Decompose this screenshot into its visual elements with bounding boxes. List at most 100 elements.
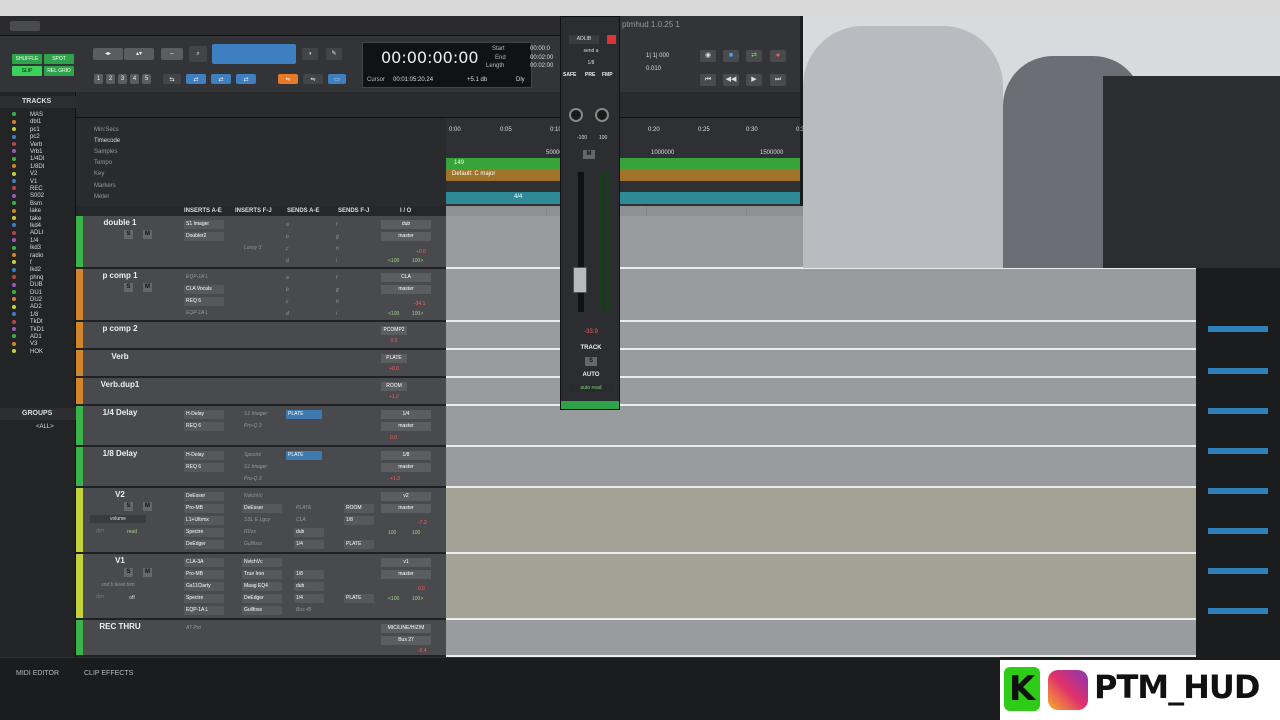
meter-ruler-lane[interactable]: 4/4 (446, 192, 800, 204)
track-list-item[interactable]: V2 (12, 171, 37, 177)
groups-all-item[interactable]: <ALL> (36, 424, 54, 430)
insert-slot[interactable]: DeEsser (242, 504, 282, 513)
send-a-slot[interactable]: PLATE (286, 451, 322, 460)
strip-solo-button[interactable]: S (585, 357, 597, 366)
insert-slot[interactable]: H-Delay (184, 451, 224, 460)
output-selector[interactable]: master (381, 504, 431, 513)
track-list-item[interactable]: DUB (12, 282, 43, 288)
send-slot[interactable]: 1/8 (344, 516, 374, 525)
tempo-ruler-lane[interactable]: 149 (446, 158, 800, 169)
pan-left[interactable]: <100 (388, 258, 399, 264)
track-list-item[interactable]: DU1 (12, 290, 42, 296)
volume-value[interactable]: +0.0 (381, 365, 407, 374)
send-slot[interactable]: i (334, 257, 344, 266)
insert-slot-inactive[interactable]: EQP-1A L (184, 309, 224, 318)
send-slot[interactable]: PLATE (344, 594, 374, 603)
track-verb-dup1[interactable]: Verb.dup1 ROOM +1.2 (76, 378, 446, 406)
track-p-comp-2[interactable]: p comp 2 PCOMP2 0.0 (76, 322, 446, 350)
online-icon[interactable]: ◉ (700, 50, 716, 62)
tempo-value[interactable]: 149 (454, 160, 464, 166)
track-list-item[interactable]: HOK (12, 349, 43, 355)
insert-slot[interactable]: Spectre (184, 594, 224, 603)
automation-selector[interactable]: snd b level trim (90, 581, 146, 589)
track-name[interactable]: 1/8 Delay (90, 449, 150, 458)
input-selector[interactable]: 1/8 (381, 451, 431, 460)
pan-left-value[interactable]: -100 (577, 135, 587, 141)
volume-value[interactable]: -0.4 (418, 648, 427, 654)
strip-insert-name[interactable]: ADLIB (569, 35, 599, 44)
insert-slot-inactive[interactable]: SSL E Lgcy (242, 516, 282, 525)
start-value[interactable]: 00:00:0 (530, 46, 550, 52)
clip-lane[interactable] (446, 269, 1196, 322)
zoom-vertical-button[interactable]: ▴▾ (124, 48, 154, 60)
insert-slot[interactable]: NvtchVc (242, 558, 282, 567)
track-p-comp-1[interactable]: p comp 1 S M EQP-1A L CLA Vocals REQ 6 E… (76, 269, 446, 322)
delay-label[interactable]: Dly (516, 77, 525, 83)
close-icon[interactable] (607, 35, 616, 44)
track-rec-thru[interactable]: REC THRU AT Pro MIC/LINE/HIZ/M Bus 27 -0… (76, 620, 446, 657)
pan-knob-right[interactable] (595, 108, 609, 122)
ruler-meter[interactable]: Meter (94, 194, 109, 200)
pan-left[interactable]: <100 (388, 311, 399, 317)
track-list-item[interactable]: DU2 (12, 297, 42, 303)
track-list-item[interactable]: TkDt (12, 319, 43, 325)
ruler-samples[interactable]: Samples (94, 149, 117, 155)
track-list-item[interactable]: V3 (12, 341, 37, 347)
insertion-follows-icon[interactable]: ⇄ (236, 74, 256, 84)
tracks-header[interactable]: TRACKS (0, 96, 76, 108)
ruler-key[interactable]: Key (94, 171, 104, 177)
output-selector[interactable]: master (381, 232, 431, 241)
track-list-item[interactable]: S002 (12, 193, 44, 199)
insert-slot-inactive[interactable]: NvtchVc (242, 492, 282, 501)
send-slot[interactable]: h (334, 298, 344, 307)
send-slot[interactable]: PLATE (294, 504, 324, 513)
insert-slot[interactable]: Spectre (184, 528, 224, 537)
strip-volume-value[interactable]: -33.9 (575, 329, 607, 335)
track-list-item[interactable]: Vrb1 (12, 149, 42, 155)
link-timeline-icon[interactable]: ⇆ (163, 74, 181, 84)
spot-mode-button[interactable]: SPOT (44, 54, 74, 64)
insert-slot[interactable]: L1+Ultrmx (184, 516, 224, 525)
slip-mode-button[interactable]: SLIP (12, 66, 42, 76)
track-name[interactable]: V1 (90, 556, 150, 565)
pan-right[interactable]: 100> (412, 258, 423, 264)
send-slot[interactable]: PLATE (344, 540, 374, 549)
insert-slot-inactive[interactable]: Pro-Q 3 (242, 422, 282, 431)
mute-button[interactable]: M (143, 283, 152, 292)
rewind-icon[interactable]: ◀◀ (723, 74, 739, 86)
zoom-preset-2[interactable]: 2 (106, 74, 115, 84)
send-slot[interactable]: i (334, 310, 344, 319)
insert-slot[interactable]: CLA Vocals (184, 285, 224, 294)
strip-mute-button[interactable]: M (583, 150, 595, 159)
send-slot[interactable]: g (334, 286, 344, 295)
track-list-item[interactable]: ADLI (12, 230, 43, 236)
track-name[interactable]: V2 (90, 490, 150, 499)
key-ruler-lane[interactable]: Default: C major (446, 169, 800, 181)
track-list-item[interactable]: lake (12, 208, 41, 214)
send-slot[interactable]: d (284, 257, 294, 266)
track-verb[interactable]: Verb PLATE +0.0 (76, 350, 446, 378)
track-list-item[interactable]: f (12, 260, 32, 266)
track-list-item[interactable]: V1 (12, 179, 37, 185)
insert-slot[interactable]: Pro-MB (184, 504, 224, 513)
insert-slot[interactable]: REQ 6 (184, 297, 224, 306)
pencil-tool-icon[interactable]: ✎ (326, 48, 342, 60)
insert-slot[interactable]: Pro-MB (184, 570, 224, 579)
track-list-item[interactable]: AD1 (12, 334, 42, 340)
mirror-midi-icon[interactable]: ⇄ (211, 74, 231, 84)
loop-icon[interactable]: ⇄ (746, 50, 762, 62)
track-name[interactable]: p comp 2 (90, 324, 150, 333)
tab-midi-editor[interactable]: MIDI EDITOR (16, 670, 59, 677)
mini-track-row[interactable] (1208, 608, 1268, 614)
markers-ruler-lane[interactable] (446, 181, 800, 192)
groups-header[interactable]: GROUPS (0, 408, 76, 420)
return-to-zero-icon[interactable]: ⏮ (700, 74, 716, 86)
track-quarter-delay[interactable]: 1/4 Delay H-Delay REQ 6 S1 Imager Pro-Q … (76, 406, 446, 447)
zoom-preset-4[interactable]: 4 (130, 74, 139, 84)
mute-button[interactable]: M (143, 502, 152, 511)
track-list-item[interactable]: 1/8DI (12, 164, 44, 170)
track-list-item[interactable]: TkD1 (12, 327, 44, 333)
link-track-icon[interactable]: ⇋ (303, 74, 323, 84)
track-list-item[interactable]: lkd3 (12, 245, 41, 251)
tab-clip-effects[interactable]: CLIP EFFECTS (84, 670, 133, 677)
